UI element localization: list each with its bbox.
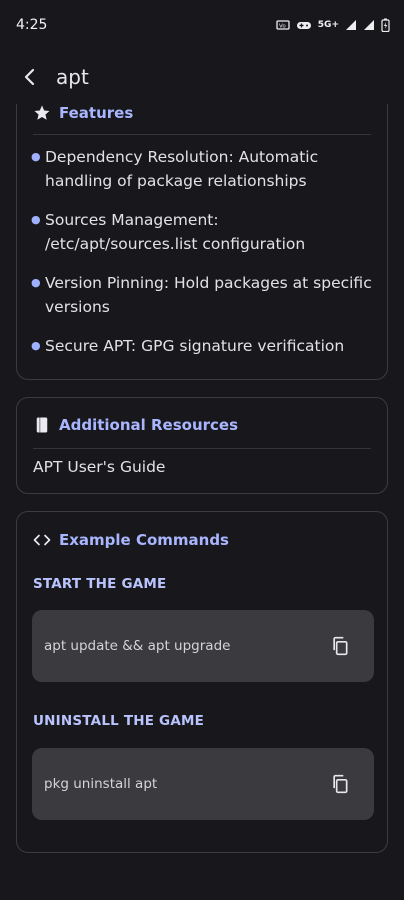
command-box-uninstall: pkg uninstall apt (32, 748, 374, 820)
list-item: ● Dependency Resolution: Automatic handli… (31, 145, 375, 193)
copy-icon (333, 774, 348, 794)
command-text: apt update && apt upgrade (44, 638, 231, 654)
features-card: Features ● Dependency Resolution: Automat… (16, 104, 388, 380)
network-type: 5G+ (317, 20, 339, 30)
bullet-icon: ● (31, 150, 41, 163)
command-text: pkg uninstall apt (44, 776, 158, 792)
volte-icon: Vo (276, 20, 290, 30)
feature-text: Version Pinning: Hold packages at specif… (45, 274, 372, 316)
command-box-start: apt update && apt upgrade (32, 610, 374, 682)
app-bar: apt (0, 50, 404, 104)
section-label-start: START THE GAME (33, 576, 167, 592)
bullet-icon: ● (31, 213, 41, 226)
examples-header: Example Commands (17, 528, 245, 552)
features-heading: Features (59, 104, 134, 122)
features-header: Features (17, 104, 149, 125)
resources-header: Additional Resources (17, 412, 254, 438)
bullet-icon: ● (31, 339, 41, 352)
back-button[interactable] (18, 65, 42, 89)
examples-heading: Example Commands (59, 531, 229, 549)
page-title: apt (56, 65, 89, 89)
status-icons: Vo 5G+ (276, 18, 390, 32)
features-list: ● Dependency Resolution: Automatic handli… (31, 145, 375, 373)
list-item: ● Version Pinning: Hold packages at speci… (31, 271, 375, 319)
resource-link[interactable]: APT User's Guide (33, 458, 165, 476)
resources-card: Additional Resources APT User's Guide (16, 397, 388, 494)
svg-text:Vo: Vo (279, 24, 286, 30)
feature-text: Dependency Resolution: Automatic handlin… (45, 148, 319, 190)
resources-heading: Additional Resources (59, 416, 239, 434)
list-item: ● Secure APT: GPG signature verification (31, 334, 375, 358)
code-icon (33, 534, 51, 546)
list-item: ● Sources Management: /etc/apt/sources.li… (31, 208, 375, 256)
feature-text: Sources Management: /etc/apt/sources.lis… (45, 211, 306, 253)
bullet-icon: ● (31, 276, 41, 289)
divider (33, 134, 371, 135)
copy-button[interactable] (328, 772, 352, 796)
examples-card: Example Commands START THE GAME apt upda… (16, 511, 388, 853)
battery-icon (381, 18, 390, 32)
section-label-uninstall: UNINSTALL THE GAME (33, 713, 205, 729)
star-icon (34, 105, 50, 120)
back-arrow-icon (24, 68, 35, 86)
gamepad-icon (296, 22, 311, 29)
status-time: 4:25 (16, 17, 48, 33)
feature-text: Secure APT: GPG signature verification (45, 337, 345, 355)
signal-icon (346, 20, 356, 30)
copy-button[interactable] (328, 634, 352, 658)
book-icon (36, 417, 48, 433)
divider (33, 448, 371, 449)
content-scroll[interactable]: Features ● Dependency Resolution: Automat… (0, 104, 404, 900)
status-bar: 4:25 Vo 5G+ (0, 0, 404, 50)
copy-icon (333, 636, 348, 656)
signal-icon (364, 20, 374, 30)
